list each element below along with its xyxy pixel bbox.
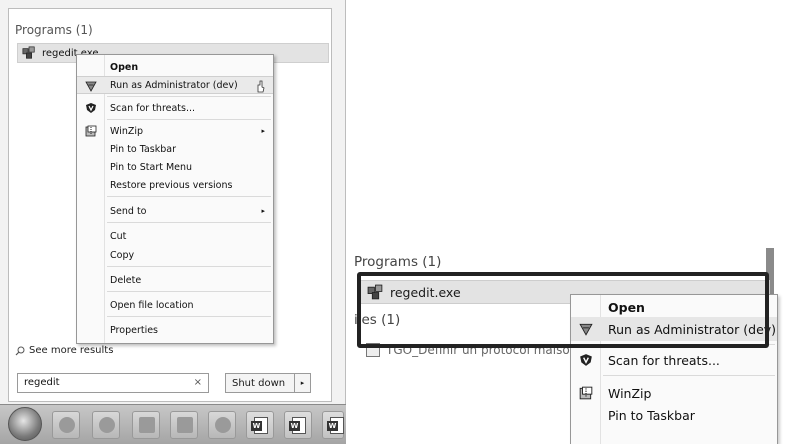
menu-separator xyxy=(107,119,271,120)
menu-item-label: Pin to Start Menu xyxy=(110,161,193,173)
see-more-results-label: See more results xyxy=(29,345,114,356)
menu-item-label: Open xyxy=(110,61,139,73)
menu-item-scan-threats[interactable]: Scan for threats... xyxy=(77,99,273,117)
taskbar-word-button[interactable]: W xyxy=(284,411,312,439)
menu-item-label: Scan for threats... xyxy=(110,102,196,114)
app-icon xyxy=(177,417,193,433)
word-icon: W xyxy=(289,421,300,431)
shutdown-label: Shut down xyxy=(232,377,286,389)
menu-item-label: WinZip xyxy=(110,125,144,137)
start-search-input[interactable]: regedit × xyxy=(17,373,209,393)
app-icon xyxy=(215,417,231,433)
menu-item-label: Copy xyxy=(110,249,135,261)
menu-item-label: Pin to Taskbar xyxy=(608,407,695,423)
submenu-arrow-icon: ▸ xyxy=(261,127,265,135)
search-icon xyxy=(15,346,25,355)
menu-separator xyxy=(107,196,271,197)
taskbar-app-button[interactable] xyxy=(132,411,160,439)
word-icon: W xyxy=(327,421,338,431)
word-icon: W xyxy=(251,421,262,431)
menu-item-delete[interactable]: Delete xyxy=(77,271,273,289)
callout-highlight-box xyxy=(357,272,769,348)
menu-item-properties[interactable]: Properties xyxy=(77,321,273,339)
menu-separator xyxy=(107,96,271,97)
shutdown-options-arrow-icon[interactable]: ▸ xyxy=(294,374,310,392)
taskbar: W W W xyxy=(0,404,346,444)
folder-icon xyxy=(139,417,155,433)
winzip-icon xyxy=(85,125,97,137)
taskbar-word-button[interactable]: W xyxy=(246,411,274,439)
menu-item-winzip[interactable]: WinZip ▸ xyxy=(77,122,273,140)
submenu-arrow-icon: ▸ xyxy=(261,207,265,215)
menu-item-label: Restore previous versions xyxy=(110,179,233,191)
menu-item-label: Run as Administrator (dev) xyxy=(110,79,238,91)
menu-item-scan-threats[interactable]: Scan for threats... xyxy=(571,348,777,372)
app-icon xyxy=(99,417,115,433)
zoomed-detail: Programs (1) regedit.exe iles (1) TGO_De… xyxy=(346,0,795,444)
search-input-value: regedit xyxy=(24,377,60,388)
menu-item-pin-taskbar[interactable]: Pin to Taskbar xyxy=(571,403,777,427)
menu-item-cut[interactable]: Cut xyxy=(77,227,273,245)
see-more-results-link[interactable]: See more results xyxy=(15,345,113,356)
menu-item-open[interactable]: Open xyxy=(77,58,273,76)
menu-item-copy[interactable]: Copy xyxy=(77,246,273,264)
shutdown-button[interactable]: Shut down ▸ xyxy=(225,373,311,393)
taskbar-word-button[interactable]: W xyxy=(322,411,344,439)
menu-item-label: Scan for threats... xyxy=(608,352,720,368)
menu-item-restore-versions[interactable]: Restore previous versions xyxy=(77,176,273,194)
taskbar-app-button[interactable] xyxy=(208,411,236,439)
run-as-admin-icon xyxy=(85,80,97,92)
menu-separator xyxy=(107,222,271,223)
mouse-pointer-icon xyxy=(255,79,265,93)
menu-item-label: Cut xyxy=(110,230,127,242)
regedit-icon xyxy=(22,46,36,60)
menu-item-label: WinZip xyxy=(608,385,652,401)
menu-item-label: Properties xyxy=(110,324,159,336)
winzip-icon xyxy=(579,386,593,400)
programs-section-header: Programs (1) xyxy=(15,23,93,37)
menu-item-label: Delete xyxy=(110,274,142,286)
menu-separator xyxy=(107,266,271,267)
app-icon xyxy=(59,417,75,433)
menu-item-label: Pin to Taskbar xyxy=(110,143,177,155)
menu-separator xyxy=(107,316,271,317)
shield-icon xyxy=(579,353,593,367)
start-button[interactable] xyxy=(8,407,42,441)
menu-item-pin-taskbar[interactable]: Pin to Taskbar xyxy=(77,140,273,158)
menu-item-pin-start-menu[interactable]: Pin to Start Menu xyxy=(77,158,273,176)
menu-item-run-as-admin[interactable]: Run as Administrator (dev) xyxy=(77,76,273,94)
programs-section-header: Programs (1) xyxy=(354,254,442,270)
menu-separator xyxy=(107,291,271,292)
menu-separator xyxy=(603,375,775,376)
menu-item-label: Open file location xyxy=(110,299,194,311)
menu-item-send-to[interactable]: Send to ▸ xyxy=(77,202,273,220)
menu-item-open-file-location[interactable]: Open file location xyxy=(77,296,273,314)
taskbar-app-button[interactable] xyxy=(92,411,120,439)
shield-icon xyxy=(85,102,97,114)
taskbar-app-button[interactable] xyxy=(170,411,198,439)
context-menu: Open Run as Administrator (dev) Scan for… xyxy=(76,54,274,344)
clear-search-icon[interactable]: × xyxy=(194,377,202,388)
taskbar-app-button[interactable] xyxy=(52,411,80,439)
menu-item-winzip[interactable]: WinZip xyxy=(571,381,777,405)
menu-item-label: Send to xyxy=(110,205,147,217)
start-menu-screenshot: Programs (1) regedit.exe See more result… xyxy=(0,0,346,444)
